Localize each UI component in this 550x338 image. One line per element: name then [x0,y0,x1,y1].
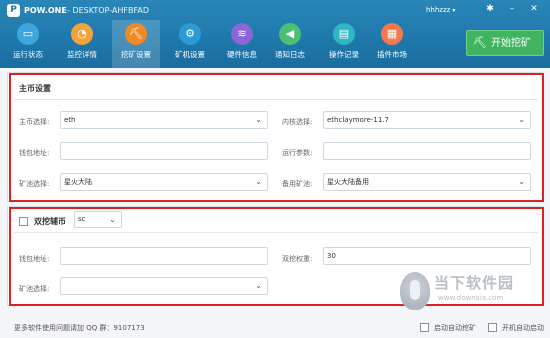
kernel-select[interactable]: ethclaymore-11.7 ⌄ [323,111,531,129]
clipboard-icon: ▤ [333,23,355,45]
watermark-title: 当下软件园 [434,274,515,292]
pickaxe-icon: ⛏ [473,36,487,49]
monitor-icon: ▭ [17,23,39,45]
watermark-url: www.downxia.com [438,294,504,302]
coin-select[interactable]: eth ⌄ [60,111,268,129]
dual-wallet-label: 钱包地址: [19,255,50,263]
nav-item-oplog[interactable]: ▤ 操作记录 [320,20,368,68]
auto-start-checkbox[interactable] [488,323,497,332]
speaker-icon: ◀ [279,23,301,45]
params-label: 运行参数: [282,149,313,157]
dual-coin-title: 双挖辅币 [34,217,66,226]
user-menu[interactable]: hhhzzz ▾ [426,6,455,14]
close-icon[interactable]: ✕ [527,3,541,15]
layers-icon: ≋ [231,23,253,45]
machine-name: - DESKTOP-AHFBFAD [67,6,149,15]
speedometer-icon: ◔ [71,23,93,45]
store-icon: ▦ [381,23,403,45]
dual-mining-checkbox[interactable] [19,217,28,226]
dual-weight-label: 双挖权重: [282,255,313,263]
qq-group-text: 更多软件使用问题请加 QQ 群：9107173 [14,324,145,332]
nav-item-mining-settings[interactable]: ⛏ 挖矿设置 [112,20,160,68]
coin-label: 主币选择: [19,118,50,126]
main-coin-title: 主币设置 [19,84,51,93]
wallet-label: 钱包地址: [19,149,50,157]
chevron-down-icon: ⌄ [255,177,262,186]
pool-label: 矿池选择: [19,180,50,188]
app-brand: POW.ONE [24,6,67,15]
chevron-down-icon: ▾ [452,7,456,14]
nav-item-hardware[interactable]: ≋ 硬件信息 [218,20,266,68]
nav-item-status[interactable]: ▭ 运行状态 [4,20,52,68]
watermark: 当下软件园 www.downxia.com [400,270,540,318]
downxia-logo-icon [400,272,430,310]
dual-wallet-field[interactable] [60,247,268,265]
settings-icon[interactable]: ✱ [483,3,497,15]
gear-icon: ⚙ [179,23,201,45]
chevron-down-icon: ⌄ [255,115,262,124]
dual-coin-select[interactable]: sc ⌄ [74,211,122,228]
footer: 更多软件使用问题请加 QQ 群：9107173 启动自动挖矿 开机自动启动 [0,318,550,338]
nav-item-notifications[interactable]: ◀ 通知日志 [266,20,314,68]
app-header: P POW.ONE - DESKTOP-AHFBFAD hhhzzz ▾ ✱ – … [0,0,550,68]
auto-start-label: 开机自动启动 [502,324,544,332]
kernel-label: 内核选择: [282,118,313,126]
auto-mine-checkbox[interactable] [420,323,429,332]
dual-pool-select[interactable]: ⌄ [60,277,268,295]
nav-item-monitor[interactable]: ◔ 监控详情 [58,20,106,68]
auto-mine-label: 启动自动挖矿 [434,324,476,332]
chevron-down-icon: ⌄ [255,281,262,290]
backup-pool-select[interactable]: 星火大陆备用 ⌄ [323,173,531,191]
pool-select[interactable]: 星火大陆 ⌄ [60,173,268,191]
chevron-down-icon: ⌄ [109,215,116,224]
wallet-field[interactable] [60,142,268,160]
chevron-down-icon: ⌄ [518,115,525,124]
app-logo-icon: P [7,4,20,17]
nav-item-plugins[interactable]: ▦ 插件市场 [368,20,416,68]
dual-weight-field[interactable]: 30 [323,247,531,265]
nav-item-miner-settings[interactable]: ⚙ 矿机设置 [166,20,214,68]
backup-pool-label: 备用矿池: [282,180,313,188]
minimize-icon[interactable]: – [505,3,519,15]
pickaxe-icon: ⛏ [125,23,147,45]
divider [14,99,538,100]
chevron-down-icon: ⌄ [518,177,525,186]
start-mining-button[interactable]: ⛏ 开始挖矿 [466,30,544,56]
params-field[interactable] [323,142,531,160]
dual-pool-label: 矿池选择: [19,285,50,293]
divider [14,232,538,233]
